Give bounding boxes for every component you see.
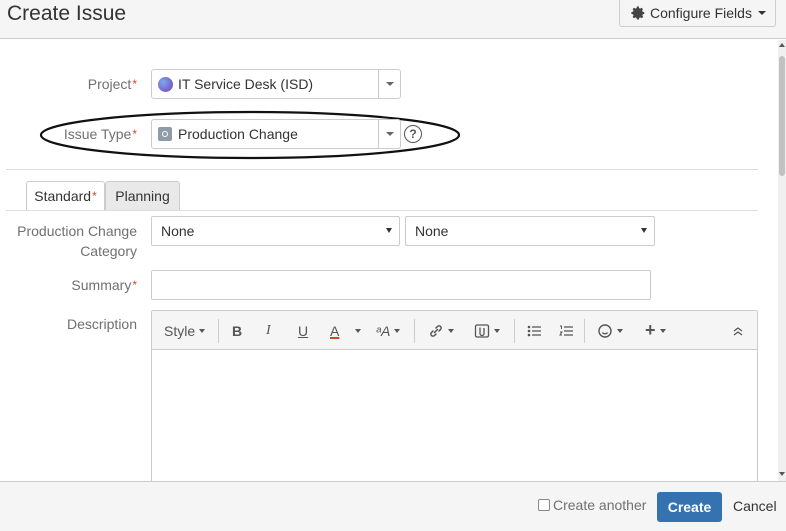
bullet-list-button[interactable] <box>527 311 542 350</box>
numbered-list-button[interactable] <box>559 311 574 350</box>
scroll-down-arrow-icon[interactable] <box>779 472 785 476</box>
production-change-category-label: Production Change Category <box>17 223 137 259</box>
toolbar-separator <box>414 319 415 343</box>
chevron-down-icon <box>386 228 392 233</box>
link-icon <box>430 324 442 337</box>
emoticon-icon <box>598 323 612 338</box>
project-dropdown-toggle[interactable] <box>378 70 400 98</box>
collapse-toolbar-button[interactable] <box>732 311 744 350</box>
configure-fields-label: Configure Fields <box>650 5 752 21</box>
bold-button[interactable]: B <box>232 311 242 350</box>
chevron-down-icon <box>641 228 647 233</box>
toolbar-separator <box>514 319 515 343</box>
font-color-button[interactable]: A <box>330 311 339 350</box>
create-another-label[interactable]: Create another <box>553 497 646 513</box>
help-icon[interactable]: ? <box>404 125 422 143</box>
description-label: Description <box>66 316 137 332</box>
summary-label: Summary* <box>71 277 137 293</box>
configure-fields-button[interactable]: Configure Fields <box>619 0 776 27</box>
issue-type-dropdown-toggle[interactable] <box>378 120 400 148</box>
dialog-header: Create Issue Configure Fields <box>0 0 786 39</box>
paperclip-icon <box>474 323 490 338</box>
emoticon-button[interactable] <box>597 311 623 350</box>
create-another-checkbox[interactable] <box>538 499 550 511</box>
chevron-down-icon <box>385 82 394 86</box>
project-avatar-icon <box>158 76 173 92</box>
style-dropdown[interactable]: Style <box>164 311 206 350</box>
link-button[interactable] <box>428 311 454 350</box>
chevron-down-icon <box>757 11 766 15</box>
create-button[interactable]: Create <box>657 492 722 522</box>
tab-standard[interactable]: Standard * <box>26 181 105 211</box>
tab-planning[interactable]: Planning <box>105 181 180 211</box>
project-label: Project* <box>87 76 137 92</box>
section-divider <box>6 169 758 170</box>
chevron-double-up-icon <box>733 326 743 336</box>
summary-input[interactable] <box>151 270 651 300</box>
italic-button[interactable]: I <box>266 311 271 350</box>
insert-more-button[interactable]: + <box>645 311 666 350</box>
tabs-underline <box>6 210 758 211</box>
issue-type-label: Issue Type* <box>63 126 137 142</box>
editor-toolbar: Style B I U A ᵃA + <box>152 311 757 350</box>
issue-type-icon <box>158 127 172 141</box>
dialog-content: Project* IT Service Desk (ISD) Issue Typ… <box>0 40 786 481</box>
scrollbar-thumb[interactable] <box>779 56 785 176</box>
attachment-button[interactable] <box>474 311 500 350</box>
text-effects-button[interactable]: ᵃA <box>376 311 401 350</box>
issue-type-value: Production Change <box>178 126 298 142</box>
chevron-down-icon <box>385 132 394 136</box>
issue-type-select[interactable]: Production Change <box>151 119 401 149</box>
toolbar-separator <box>584 319 585 343</box>
toolbar-separator <box>218 319 219 343</box>
scroll-up-arrow-icon[interactable] <box>779 43 785 47</box>
bullet-list-icon <box>527 325 541 336</box>
cancel-link[interactable]: Cancel <box>733 498 777 514</box>
category-select-primary[interactable]: None <box>151 216 400 246</box>
description-editor[interactable]: Style B I U A ᵃA + <box>151 310 758 481</box>
font-color-dropdown[interactable] <box>351 311 361 350</box>
underline-button[interactable]: U <box>298 311 308 350</box>
dialog-title: Create Issue <box>7 2 127 25</box>
category-select-secondary[interactable]: None <box>405 216 655 246</box>
project-value: IT Service Desk (ISD) <box>178 76 314 92</box>
numbered-list-icon <box>559 325 573 336</box>
gear-icon <box>631 6 645 20</box>
project-select[interactable]: IT Service Desk (ISD) <box>151 69 401 99</box>
